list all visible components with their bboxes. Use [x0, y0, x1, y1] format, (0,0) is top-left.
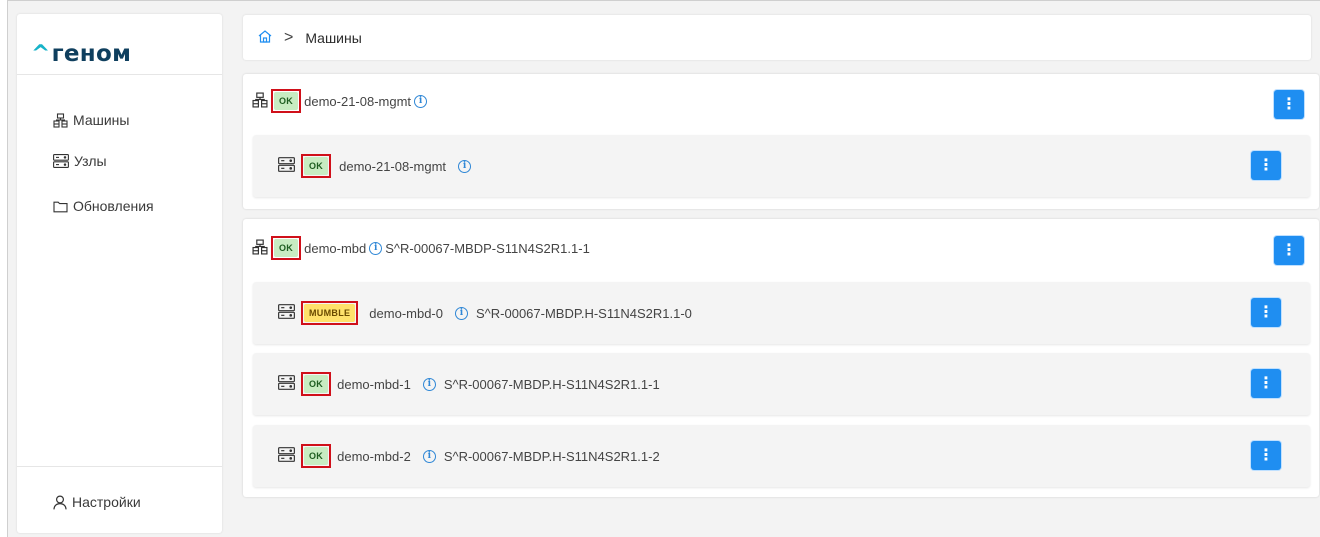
- sidebar-item-machines[interactable]: Машины: [53, 112, 129, 128]
- node-menu-button[interactable]: ⋮: [1251, 151, 1281, 180]
- node-name: demo-mbd-1: [337, 376, 411, 392]
- machine-name: demo-mbd: [304, 240, 367, 256]
- node-menu-button[interactable]: ⋮: [1251, 298, 1281, 327]
- status-badge: MUMBLE: [304, 304, 356, 322]
- server-icon: [53, 154, 69, 168]
- machine-menu-button[interactable]: ⋮: [1274, 236, 1304, 265]
- status-badge-highlight: OK: [301, 154, 332, 178]
- status-badge: OK: [304, 447, 329, 465]
- status-badge-highlight: MUMBLE: [301, 301, 359, 325]
- server-icon: [278, 304, 295, 322]
- machines-icon: [53, 112, 68, 128]
- kebab-icon: ⋮: [1281, 95, 1297, 113]
- node-row-content: OK demo-mbd-2 i S^R-00067-MBDP.H-S11N4S2…: [278, 425, 660, 487]
- kebab-icon: ⋮: [1258, 446, 1274, 464]
- info-icon[interactable]: i: [414, 94, 428, 108]
- machines-icon: [252, 91, 268, 111]
- server-icon: [278, 375, 295, 393]
- brand-logo[interactable]: ^геном: [31, 41, 131, 67]
- kebab-icon: ⋮: [1258, 303, 1274, 321]
- logo-caret: ^: [31, 41, 51, 67]
- breadcrumb-current: Машины: [305, 29, 362, 46]
- node-row: OK demo-mbd-1 i S^R-00067-MBDP.H-S11N4S2…: [253, 353, 1310, 415]
- sidebar-divider: [17, 74, 222, 75]
- node-menu-button[interactable]: ⋮: [1251, 441, 1281, 470]
- node-row-content: OK demo-21-08-mgmt i: [278, 135, 472, 197]
- node-serial: S^R-00067-MBDP.H-S11N4S2R1.1-0: [476, 305, 692, 321]
- sidebar-item-nodes[interactable]: Узлы: [53, 153, 107, 169]
- machine-serial: S^R-00067-MBDP-S11N4S2R1.1-1: [385, 240, 590, 256]
- node-row: MUMBLE demo-mbd-0 i S^R-00067-MBDP.H-S11…: [253, 282, 1310, 344]
- node-name: demo-mbd-2: [337, 448, 411, 464]
- folder-icon: [53, 200, 68, 213]
- node-serial: S^R-00067-MBDP.H-S11N4S2R1.1-1: [443, 376, 660, 392]
- machine-card: OK demo-21-08-mgmt i ⋮ OK demo-21-08-mgm…: [243, 74, 1319, 209]
- kebab-icon: ⋮: [1258, 156, 1274, 174]
- breadcrumb-separator: >: [284, 28, 294, 46]
- node-serial: S^R-00067-MBDP.H-S11N4S2R1.1-2: [443, 448, 660, 464]
- server-icon: [278, 447, 295, 465]
- info-icon[interactable]: i: [369, 241, 383, 255]
- info-icon[interactable]: i: [422, 449, 436, 463]
- status-badge: OK: [304, 157, 329, 175]
- info-icon[interactable]: i: [458, 159, 472, 173]
- sidebar-item-label: Машины: [73, 112, 130, 128]
- kebab-icon: ⋮: [1258, 374, 1274, 392]
- machine-header: OK demo-mbd i S^R-00067-MBDP-S11N4S2R1.1…: [252, 236, 590, 260]
- status-badge-highlight: OK: [271, 236, 302, 260]
- machines-icon: [252, 238, 268, 258]
- machine-name: demo-21-08-mgmt: [304, 93, 412, 109]
- status-badge: OK: [274, 239, 299, 257]
- node-row-content: OK demo-mbd-1 i S^R-00067-MBDP.H-S11N4S2…: [278, 353, 660, 415]
- info-icon[interactable]: i: [455, 306, 468, 320]
- node-name: demo-21-08-mgmt: [339, 158, 447, 174]
- sidebar-item-updates[interactable]: Обновления: [53, 198, 154, 214]
- user-icon: [53, 494, 67, 510]
- status-badge: OK: [304, 375, 329, 393]
- node-name: demo-mbd-0: [369, 305, 443, 321]
- node-row-content: MUMBLE demo-mbd-0 i S^R-00067-MBDP.H-S11…: [278, 282, 692, 344]
- node-menu-button[interactable]: ⋮: [1251, 369, 1281, 398]
- home-icon[interactable]: [258, 29, 272, 46]
- sidebar-item-label: Настройки: [72, 494, 141, 510]
- info-icon[interactable]: i: [422, 377, 436, 391]
- machine-header: OK demo-21-08-mgmt i: [252, 89, 428, 113]
- kebab-icon: ⋮: [1281, 241, 1297, 259]
- node-row: OK demo-21-08-mgmt i ⋮: [253, 135, 1310, 197]
- machine-card: OK demo-mbd i S^R-00067-MBDP-S11N4S2R1.1…: [243, 219, 1319, 497]
- machine-menu-button[interactable]: ⋮: [1274, 90, 1304, 119]
- status-badge: OK: [274, 92, 299, 110]
- status-badge-highlight: OK: [271, 89, 302, 113]
- sidebar: ^геном Машины Узлы Обновления Настройки: [17, 14, 222, 533]
- sidebar-item-label: Обновления: [73, 198, 154, 214]
- logo-text: геном: [51, 41, 132, 67]
- status-badge-highlight: OK: [301, 372, 332, 396]
- breadcrumb: > Машины: [243, 15, 1311, 60]
- sidebar-item-settings[interactable]: Настройки: [53, 494, 141, 510]
- sidebar-divider: [17, 466, 222, 467]
- status-badge-highlight: OK: [301, 444, 332, 468]
- sidebar-item-label: Узлы: [74, 153, 107, 169]
- server-icon: [278, 157, 295, 175]
- node-row: OK demo-mbd-2 i S^R-00067-MBDP.H-S11N4S2…: [253, 425, 1310, 487]
